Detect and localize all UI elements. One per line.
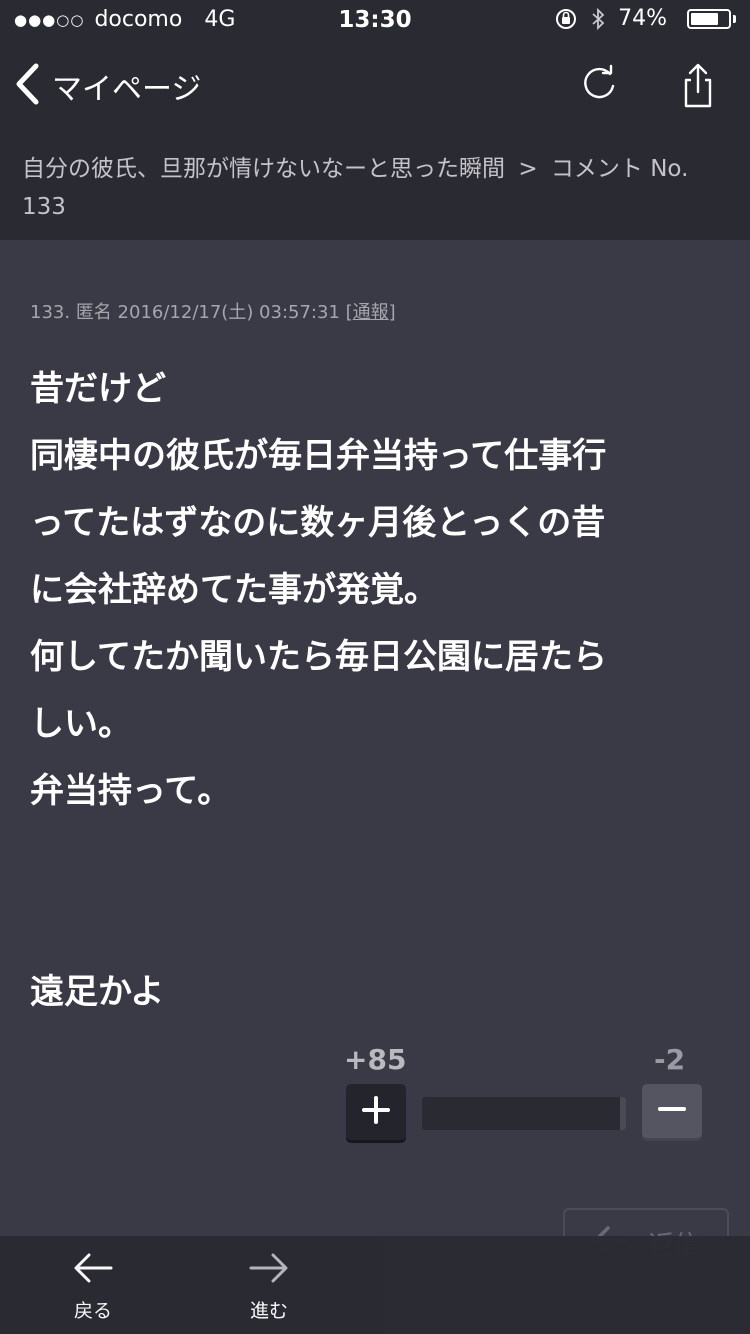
history-forward-label: 進む: [249, 1300, 288, 1322]
comment-line: ってたはずなのに数ヶ月後とっくの昔: [30, 503, 606, 543]
navigation-bar: マイページ: [0, 40, 750, 130]
comment-number: 133.: [30, 302, 71, 323]
comment-line: 遠足かよ: [30, 972, 165, 1012]
status-bar: ●●●○○ docomo 4G 13:30 74%: [0, 0, 750, 40]
breadcrumb-topic-link[interactable]: 自分の彼氏、旦那が情けないなーと思った瞬間: [22, 156, 505, 182]
comment-line: しい。: [30, 704, 132, 744]
history-back-label: 戻る: [73, 1300, 112, 1322]
refresh-icon: [578, 64, 622, 110]
breadcrumb-current: コメント No.: [550, 156, 689, 182]
report-bracket-open: [: [345, 302, 353, 323]
report-bracket-close: ]: [388, 302, 396, 323]
arrow-right-icon: [247, 1253, 291, 1290]
refresh-button[interactable]: [578, 62, 622, 110]
breadcrumb-separator: >: [518, 156, 538, 182]
history-back-button[interactable]: 戻る: [43, 1250, 143, 1323]
plus-icon: [361, 1095, 391, 1129]
comment-line: 同棲中の彼氏が毎日弁当持って仕事行: [30, 436, 607, 476]
minus-vote-count: -2: [654, 1043, 686, 1076]
bottom-toolbar: 戻る 進む: [0, 1236, 750, 1334]
plus-vote-count: +85: [344, 1043, 407, 1076]
history-forward-button[interactable]: 進む: [219, 1250, 319, 1323]
minus-icon: [657, 1094, 687, 1128]
comment-line: 何してたか聞いたら毎日公園に居たら: [30, 637, 607, 677]
status-right: 74%: [542, 6, 736, 31]
comment-blank-line: [30, 892, 720, 959]
plus-vote-button[interactable]: [346, 1084, 406, 1140]
chevron-left-icon: [14, 62, 42, 110]
breadcrumb: 自分の彼氏、旦那が情けないなーと思った瞬間 > コメント No. 133: [0, 130, 750, 240]
vote-ratio-minus-segment: [620, 1097, 626, 1130]
rotation-lock-icon: [554, 7, 578, 31]
bluetooth-icon: [590, 7, 606, 31]
minus-vote-button[interactable]: [642, 1084, 702, 1138]
comment-line: 昔だけど: [30, 369, 166, 409]
comment-line: に会社辞めてた事が発覚。: [30, 570, 438, 610]
comment-meta: 133. 匿名 2016/12/17(土) 03:57:31 [通報]: [30, 298, 396, 324]
comment-line: 弁当持って。: [30, 771, 232, 811]
arrow-left-icon: [71, 1253, 115, 1290]
vote-ratio-bar: [422, 1097, 626, 1130]
comment-datetime: 2016/12/17(土) 03:57:31: [117, 302, 340, 323]
comment-author: 匿名: [75, 302, 112, 323]
report-link[interactable]: 通報: [353, 302, 389, 323]
breadcrumb-current-number: 133: [22, 194, 66, 220]
back-label: マイページ: [52, 72, 202, 107]
battery-icon: [679, 8, 736, 29]
comment-blank-line: [30, 825, 720, 892]
back-to-mypage-button[interactable]: マイページ: [14, 62, 201, 110]
share-icon: [676, 63, 720, 114]
comment-body: 昔だけど 同棲中の彼氏が毎日弁当持って仕事行 ってたはずなのに数ヶ月後とっくの昔…: [30, 356, 720, 1026]
share-button[interactable]: [676, 62, 720, 110]
battery-percent: 74%: [618, 6, 667, 31]
